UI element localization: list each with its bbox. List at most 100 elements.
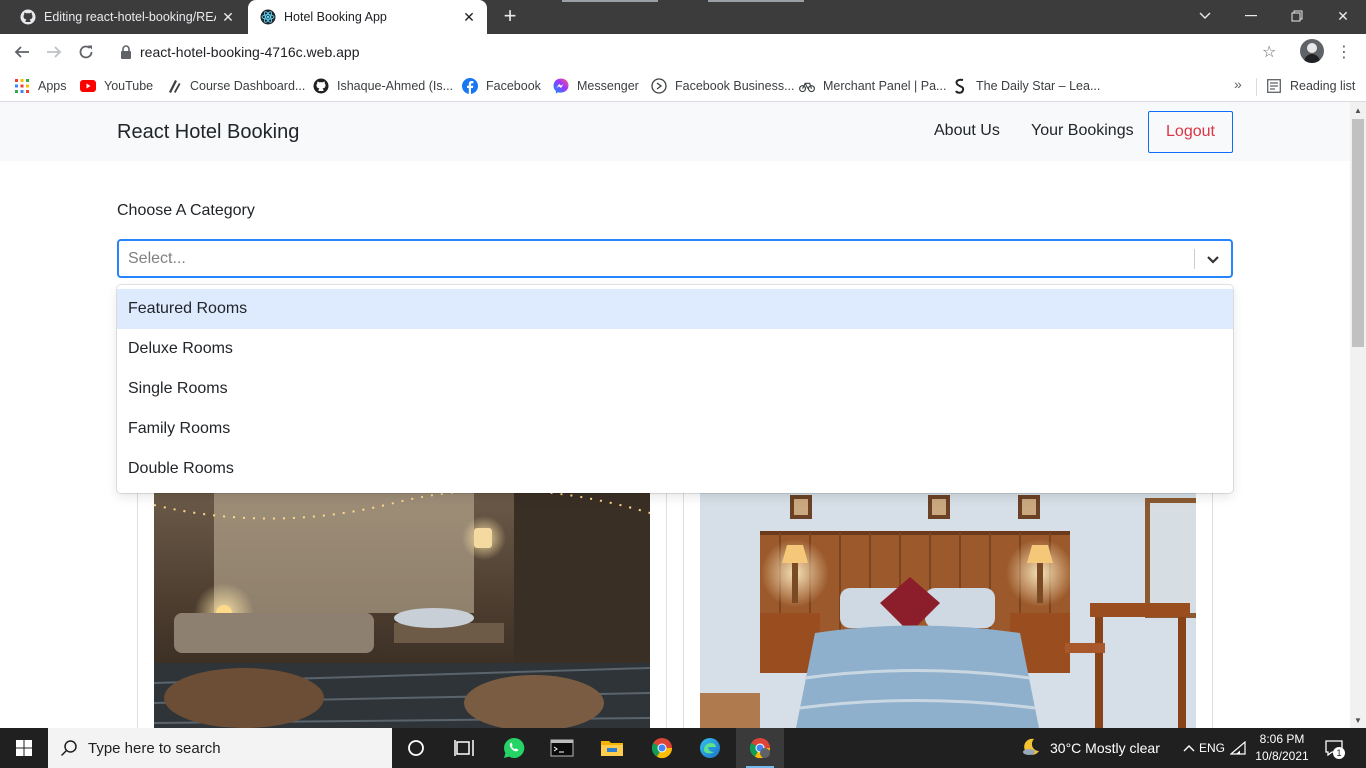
category-select[interactable]: Select... xyxy=(117,239,1233,278)
back-icon[interactable] xyxy=(8,38,36,66)
youtube-icon xyxy=(80,78,96,94)
course-icon xyxy=(166,78,182,94)
reading-list-icon xyxy=(1266,78,1282,94)
option-single-rooms[interactable]: Single Rooms xyxy=(117,369,1233,409)
bookmark-merchant-panel[interactable]: Merchant Panel | Pa... xyxy=(799,76,946,96)
logout-button[interactable]: Logout xyxy=(1148,111,1233,153)
taskbar-clock[interactable]: 8:06 PM 10/8/2021 xyxy=(1252,731,1312,765)
windows-taskbar: Type here to search 30°C Mostly clear EN… xyxy=(0,728,1366,768)
bookmark-facebook[interactable]: Facebook xyxy=(462,76,541,96)
chrome-active-window-icon[interactable] xyxy=(736,728,784,768)
notification-center-icon[interactable]: 1 xyxy=(1322,736,1346,760)
close-tab-icon[interactable]: ✕ xyxy=(457,9,481,26)
profile-avatar[interactable] xyxy=(1300,39,1324,63)
facebook-business-icon xyxy=(651,78,667,94)
scrollbar-thumb[interactable] xyxy=(1352,119,1364,347)
category-label: Choose A Category xyxy=(117,202,255,219)
chevron-down-icon[interactable] xyxy=(1203,250,1223,270)
more-bookmarks-icon[interactable]: » xyxy=(1234,76,1242,92)
reading-list-button[interactable]: Reading list xyxy=(1266,76,1355,96)
tab-editing-readme[interactable]: Editing react-hotel-booking/README.md ✕ xyxy=(8,0,246,34)
outdoor-lounge-photo xyxy=(154,493,650,728)
bookmark-label: Messenger xyxy=(577,79,639,93)
reading-list-label: Reading list xyxy=(1290,79,1356,93)
menu-kebab-icon[interactable]: ⋮ xyxy=(1336,42,1352,62)
facebook-icon xyxy=(462,78,478,94)
browser-toolbar: react-hotel-booking-4716c.web.app ☆ ⋮ xyxy=(0,34,1366,70)
select-placeholder: Select... xyxy=(128,250,186,267)
bookmark-star-icon[interactable]: ☆ xyxy=(1262,42,1276,62)
bookmark-course-dashboard[interactable]: Course Dashboard... xyxy=(166,76,305,96)
whatsapp-icon[interactable] xyxy=(490,728,538,768)
room-card[interactable] xyxy=(683,462,1213,728)
nav-your-bookings[interactable]: Your Bookings xyxy=(1031,122,1134,140)
edge-icon[interactable] xyxy=(686,728,734,768)
close-tab-icon[interactable]: ✕ xyxy=(216,9,240,26)
notification-count-badge: 1 xyxy=(1333,747,1345,759)
bookmark-label: Course Dashboard... xyxy=(190,79,306,93)
minimize-icon[interactable] xyxy=(1228,0,1274,32)
terminal-icon[interactable] xyxy=(538,728,586,768)
forward-icon[interactable] xyxy=(40,38,68,66)
bookmark-apps[interactable]: Apps xyxy=(14,76,67,96)
option-featured-rooms[interactable]: Featured Rooms xyxy=(117,289,1233,329)
tab-strip-divider xyxy=(562,0,658,2)
bookmarks-divider xyxy=(1256,78,1257,96)
bookmark-label: YouTube xyxy=(104,79,154,93)
bookmark-label: Facebook Business... xyxy=(675,79,795,93)
scroll-up-icon[interactable]: ▲ xyxy=(1350,102,1366,118)
page-content: React Hotel Booking About Us Your Bookin… xyxy=(0,102,1350,728)
bookmarks-bar: Apps YouTube Course Dashboard... Ishaque… xyxy=(0,70,1366,102)
react-icon xyxy=(260,9,276,25)
bookmark-github-profile[interactable]: Ishaque-Ahmed (Is... xyxy=(313,76,453,96)
restore-icon[interactable] xyxy=(1274,0,1320,32)
weather-text: 30°C Mostly clear xyxy=(1050,740,1160,756)
url-text: react-hotel-booking-4716c.web.app xyxy=(140,44,360,60)
task-view-icon[interactable] xyxy=(440,728,488,768)
cortana-icon[interactable] xyxy=(392,728,440,768)
bookmark-label: Ishaque-Ahmed (Is... xyxy=(337,79,454,93)
bookmark-messenger[interactable]: Messenger xyxy=(553,76,639,96)
bookmark-label: Facebook xyxy=(486,79,541,93)
room-cards xyxy=(137,462,1213,728)
brand-link[interactable]: React Hotel Booking xyxy=(117,121,299,144)
nav-about-us[interactable]: About Us xyxy=(934,122,1000,140)
bookmark-label: Apps xyxy=(38,79,67,93)
room-card[interactable] xyxy=(137,462,667,728)
tab-title: Hotel Booking App xyxy=(284,10,387,24)
apps-grid-icon xyxy=(14,78,30,94)
show-hidden-icons-icon[interactable] xyxy=(1178,728,1200,768)
reload-icon[interactable] xyxy=(72,38,100,66)
tab-search-icon[interactable] xyxy=(1182,0,1228,32)
bicycle-icon xyxy=(799,78,815,94)
input-language-icon[interactable]: ENG xyxy=(1199,728,1225,768)
windows-start-icon[interactable] xyxy=(0,728,48,768)
option-deluxe-rooms[interactable]: Deluxe Rooms xyxy=(117,329,1233,369)
address-bar[interactable]: react-hotel-booking-4716c.web.app xyxy=(108,37,1288,67)
bookmark-label: The Daily Star – Lea... xyxy=(976,79,1101,93)
option-double-rooms[interactable]: Double Rooms xyxy=(117,449,1233,489)
wifi-icon[interactable] xyxy=(1226,728,1250,768)
option-family-rooms[interactable]: Family Rooms xyxy=(117,409,1233,449)
lock-icon xyxy=(120,45,132,59)
chrome-icon[interactable] xyxy=(638,728,686,768)
taskbar-search-input[interactable]: Type here to search xyxy=(48,728,392,768)
tab-title: Editing react-hotel-booking/README.md xyxy=(44,10,216,24)
scroll-down-icon[interactable]: ▼ xyxy=(1350,712,1366,728)
github-icon xyxy=(313,78,329,94)
bookmark-label: Merchant Panel | Pa... xyxy=(823,79,947,93)
weather-widget[interactable]: 30°C Mostly clear xyxy=(1020,728,1160,768)
bookmark-facebook-business[interactable]: Facebook Business... xyxy=(651,76,795,96)
app-navbar: React Hotel Booking About Us Your Bookin… xyxy=(0,102,1350,161)
close-window-icon[interactable]: ✕ xyxy=(1320,0,1366,32)
browser-tab-strip: Editing react-hotel-booking/README.md ✕ … xyxy=(0,0,1366,34)
bookmark-youtube[interactable]: YouTube xyxy=(80,76,153,96)
file-explorer-icon[interactable] xyxy=(588,728,636,768)
search-icon xyxy=(60,739,78,757)
bookmark-daily-star[interactable]: The Daily Star – Lea... xyxy=(952,76,1100,96)
tab-hotel-booking[interactable]: Hotel Booking App ✕ xyxy=(248,0,487,34)
new-tab-button[interactable]: + xyxy=(498,4,522,28)
category-dropdown-menu: Featured Rooms Deluxe Rooms Single Rooms… xyxy=(117,285,1233,493)
clock-time: 8:06 PM xyxy=(1259,732,1305,746)
page-scrollbar[interactable]: ▲ ▼ xyxy=(1350,102,1366,728)
